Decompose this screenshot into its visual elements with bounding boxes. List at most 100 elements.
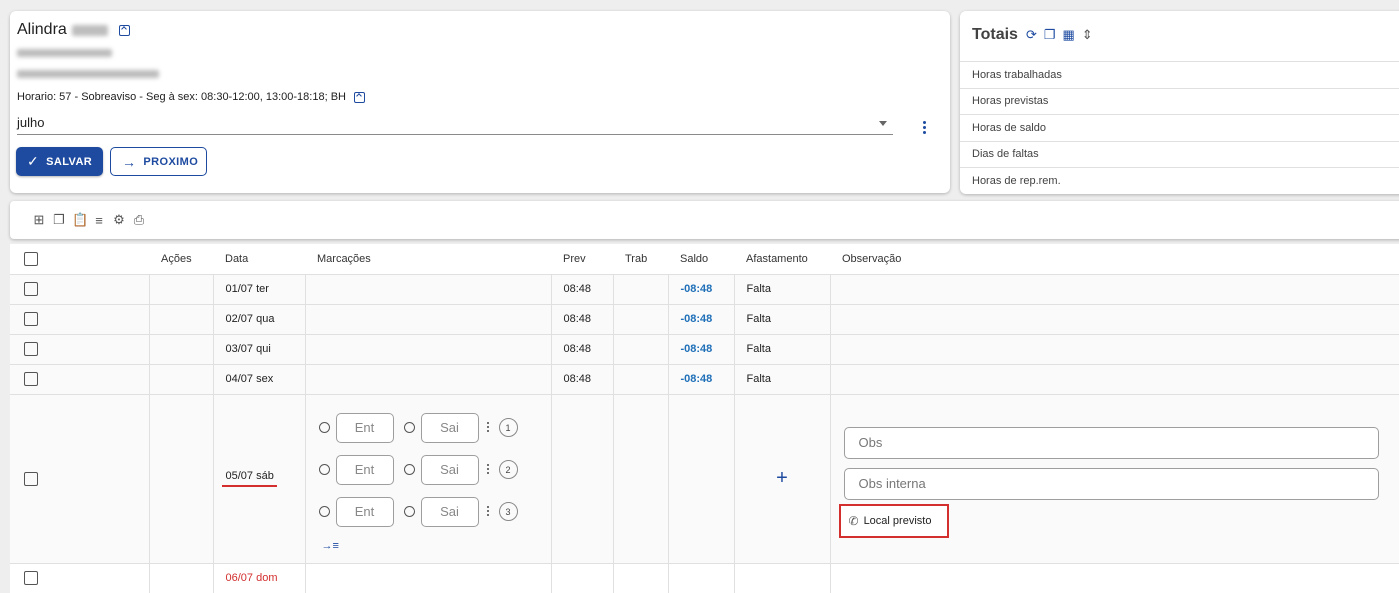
row-saldo: -08:48 (668, 364, 735, 395)
copy-icon[interactable]: ❐ (1044, 27, 1056, 43)
more-options-icon[interactable] (923, 121, 927, 135)
row-saldo: -08:48 (668, 304, 735, 335)
entry-input[interactable]: Ent (335, 454, 394, 485)
row-checkbox[interactable] (24, 372, 38, 386)
exit-radio[interactable] (403, 422, 415, 433)
local-previsto-chip[interactable]: ✆ Local previsto (838, 503, 949, 538)
month-select[interactable]: julho (17, 111, 893, 135)
row-saldo: -08:48 (668, 334, 735, 365)
row-observacao (830, 304, 1399, 335)
punch-pair-1: Ent Sai 1 (318, 412, 518, 443)
expand-collapse-icon[interactable]: ⇕ (1082, 27, 1093, 43)
print-icon[interactable]: ⎙ (132, 212, 146, 228)
phone-icon: ✆ (848, 513, 859, 528)
pair-number-badge: 2 (498, 460, 518, 479)
header-afastamento: Afastamento (734, 244, 830, 275)
obs-interna-input[interactable]: Obs interna (843, 467, 1379, 500)
entry-radio[interactable] (318, 422, 330, 433)
sort-icon[interactable]: ≡ (92, 213, 106, 228)
row-afastamento: Falta (734, 364, 831, 395)
header-observacao: Observação (830, 244, 1399, 275)
row-marcacoes-edit: Ent Sai 1 Ent Sai 2 Ent Sai 3 →≡ (305, 394, 552, 564)
totals-title: Totais (972, 26, 1018, 43)
month-select-value: julho (17, 115, 45, 130)
row-observacao (830, 274, 1399, 305)
open-horario-icon[interactable] (353, 91, 365, 103)
select-all-checkbox[interactable] (24, 251, 38, 266)
row-observacao (830, 364, 1399, 395)
settings-icon[interactable]: ⚙ (112, 212, 126, 228)
calculator-icon[interactable]: ▦ (1063, 27, 1075, 43)
table-row[interactable]: 01/07 ter 08:48 -08:48 Falta (10, 274, 1399, 305)
table-header-row: Ações Data Marcações Prev Trab Saldo Afa… (10, 244, 1399, 275)
row-checkbox[interactable] (24, 282, 38, 296)
totals-row: Horas de rep.rem. (960, 167, 1399, 194)
row-marcacoes[interactable] (305, 304, 552, 335)
row-marcacoes[interactable] (305, 563, 552, 593)
row-date-cell: 05/07 sáb (213, 394, 306, 564)
row-saldo (668, 563, 735, 593)
entry-radio[interactable] (318, 464, 330, 475)
totals-card: Totais ⟳ ❐ ▦ ⇕ Horas trabalhadas Horas p… (960, 11, 1399, 194)
employee-card: Alindra Horario: 57 - Sobreaviso - Seg à… (10, 11, 950, 193)
totals-list: Horas trabalhadas Horas previstas Horas … (960, 61, 1399, 194)
totals-row: Horas trabalhadas (960, 61, 1399, 88)
table-row[interactable]: 04/07 sex 08:48 -08:48 Falta (10, 364, 1399, 395)
exit-radio[interactable] (403, 464, 415, 475)
punch-pair-2: Ent Sai 2 (318, 454, 518, 485)
exit-radio[interactable] (403, 506, 415, 517)
indent-icon[interactable]: →≡ (322, 540, 339, 552)
punch-menu-icon[interactable] (486, 463, 490, 476)
totals-row: Dias de faltas (960, 140, 1399, 168)
grid-view-icon[interactable]: ⊞ (32, 212, 46, 228)
row-saldo: -08:48 (668, 274, 735, 305)
add-afastamento-icon[interactable]: + (735, 467, 830, 490)
header-saldo: Saldo (668, 244, 734, 275)
row-trab (613, 364, 669, 395)
exit-input[interactable]: Sai (420, 454, 479, 485)
exit-input[interactable]: Sai (420, 412, 479, 443)
entry-input[interactable]: Ent (335, 496, 394, 527)
row-afastamento: Falta (734, 304, 831, 335)
redacted-info-1 (17, 49, 112, 57)
employee-name-row: Alindra (17, 21, 130, 39)
open-employee-icon[interactable] (118, 24, 130, 36)
save-button[interactable]: ✓ SALVAR (16, 147, 103, 176)
row-prev: 08:48 (551, 334, 614, 365)
exit-input[interactable]: Sai (420, 496, 479, 527)
row-checkbox[interactable] (24, 471, 38, 486)
punch-menu-icon[interactable] (486, 421, 490, 434)
row-marcacoes[interactable] (305, 274, 552, 305)
punch-menu-icon[interactable] (486, 505, 490, 518)
row-checkbox[interactable] (24, 342, 38, 356)
next-button-label: PROXIMO (143, 155, 199, 168)
copy-icon[interactable]: ❐ (52, 212, 66, 228)
row-actions (149, 563, 214, 593)
save-button-label: SALVAR (46, 155, 93, 168)
row-trab (613, 334, 669, 365)
row-marcacoes[interactable] (305, 334, 552, 365)
refresh-icon[interactable]: ⟳ (1026, 27, 1037, 43)
timesheet-table: Ações Data Marcações Prev Trab Saldo Afa… (10, 244, 1399, 593)
row-checkbox[interactable] (24, 312, 38, 326)
row-date: 01/07 ter (213, 274, 306, 305)
obs-input[interactable]: Obs (843, 426, 1379, 459)
row-actions (149, 394, 214, 564)
row-trab (613, 304, 669, 335)
entry-input[interactable]: Ent (335, 412, 394, 443)
next-button[interactable]: → PROXIMO (110, 147, 207, 176)
row-trab (613, 563, 669, 593)
table-row[interactable]: 02/07 qua 08:48 -08:48 Falta (10, 304, 1399, 335)
paste-icon[interactable]: 📋 (72, 212, 88, 228)
row-date: 02/07 qua (213, 304, 306, 335)
table-row-expanded[interactable]: 05/07 sáb Ent Sai 1 Ent Sai 2 Ent Sai 3 … (10, 394, 1399, 564)
row-afastamento: Falta (734, 274, 831, 305)
row-marcacoes[interactable] (305, 364, 552, 395)
row-checkbox[interactable] (24, 571, 38, 585)
entry-radio[interactable] (318, 506, 330, 517)
table-row[interactable]: 06/07 dom (10, 563, 1399, 593)
row-actions (149, 274, 214, 305)
table-row[interactable]: 03/07 qui 08:48 -08:48 Falta (10, 334, 1399, 365)
pair-number-badge: 1 (498, 418, 518, 437)
redacted-surname (71, 24, 108, 36)
